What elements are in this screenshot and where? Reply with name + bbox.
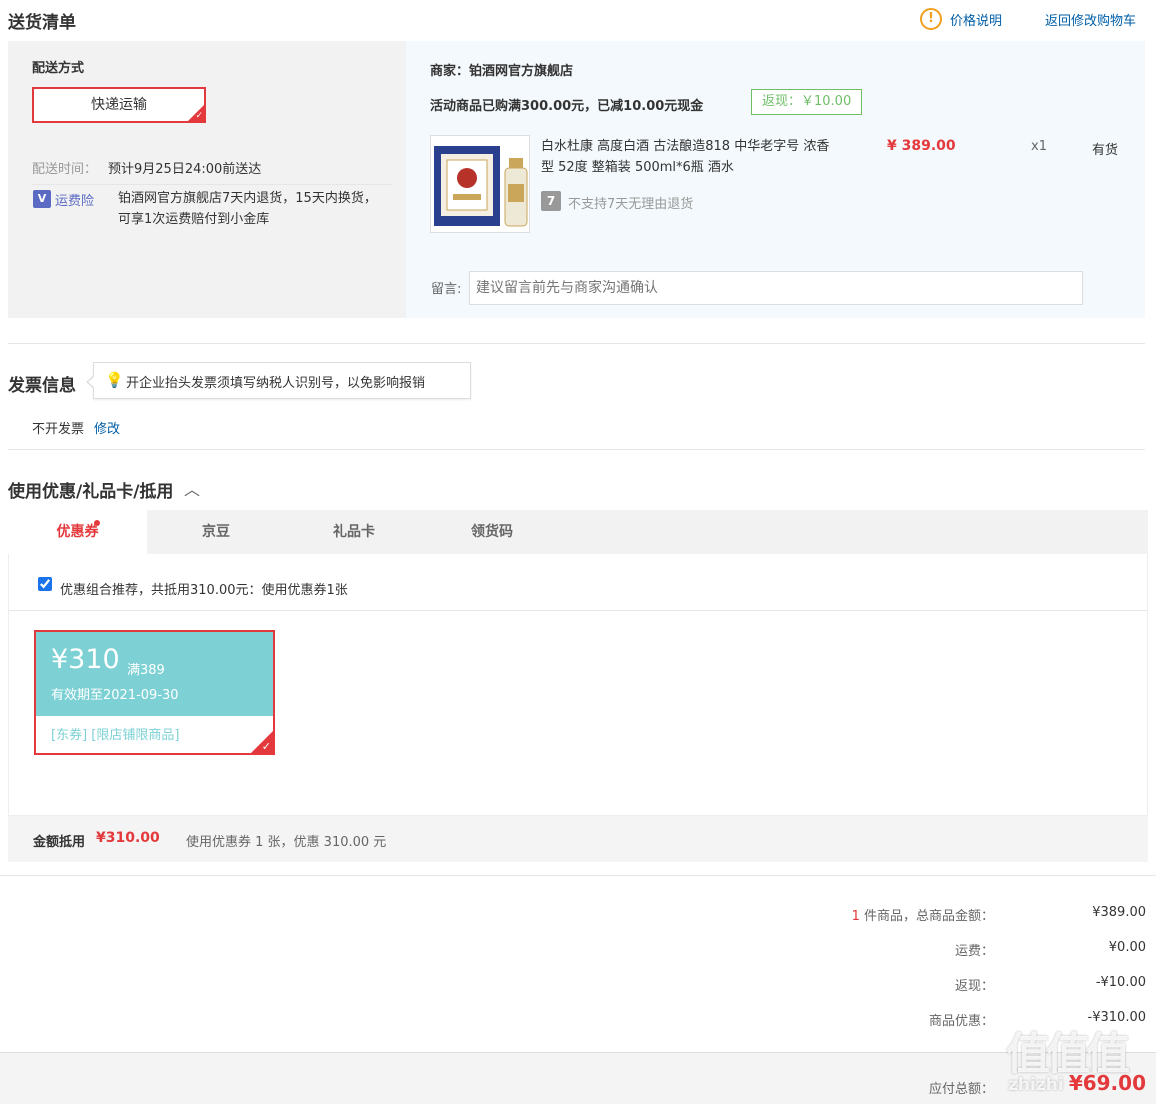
payable-label: 应付总额：: [928, 1082, 994, 1097]
divider: [8, 343, 1145, 344]
product-image[interactable]: [430, 135, 530, 233]
coupon-condition: 满389: [127, 663, 165, 678]
tab-redeem-code[interactable]: 领货码: [423, 510, 561, 554]
goods-count-label: 1 件商品，总商品金额：: [700, 905, 994, 924]
cashback-value: -¥10.00: [1095, 975, 1146, 990]
page-title: 送货清单: [8, 13, 76, 33]
tab-coupon-label: 优惠券: [56, 524, 99, 540]
goods-count: 1: [851, 909, 860, 924]
cashback-tag: 返现：￥10.00: [751, 89, 863, 115]
summary-label: 金额抵用: [33, 835, 86, 850]
promo-text: 活动商品已购满300.00元，已减10.00元现金: [430, 99, 704, 114]
delivery-time-value: 预计9月25日24:00前送达: [108, 162, 262, 177]
cashback-label: 返现：: [954, 979, 994, 994]
back-to-cart-link[interactable]: 返回修改购物车: [1045, 10, 1136, 29]
coupon-card[interactable]: ¥310 满389 有效期至2021-09-30 [东券] [限店铺限商品] ✓: [34, 630, 275, 755]
freight-value: ¥0.00: [1108, 940, 1146, 955]
shipping-method-label: 配送方式: [32, 61, 85, 76]
check-icon: ✓: [195, 111, 203, 121]
delivery-time-label: 配送时间：: [32, 162, 98, 177]
chevron-up-icon[interactable]: ︿: [184, 476, 200, 500]
coupon-expiry: 有效期至2021-09-30: [51, 688, 179, 703]
summary-amount: ¥310.00: [96, 830, 160, 846]
watermark-char: 值: [1006, 1029, 1050, 1080]
merchant-name: 铂酒网官方旗舰店: [469, 64, 574, 79]
price-info-link[interactable]: 价格说明: [950, 10, 1002, 29]
shipping-panel: [8, 41, 406, 318]
watermark-domain: zhizhi: [1008, 1075, 1064, 1095]
coupon-amount: ¥310: [51, 644, 120, 675]
freight-label: 运费：: [954, 944, 994, 959]
discount-section-title: 使用优惠/礼品卡/抵用: [8, 482, 174, 502]
divider: [0, 875, 1156, 876]
express-shipping-button[interactable]: 快递运输 ✓: [32, 87, 206, 123]
no-return-icon: 7: [541, 191, 561, 211]
discount-summary: 金额抵用 ¥310.00 使用优惠券 1 张，优惠 310.00 元: [8, 816, 1148, 862]
tab-gift-card[interactable]: 礼品卡: [285, 510, 423, 554]
product-price: ¥ 389.00: [887, 138, 956, 154]
info-icon: !: [920, 8, 942, 30]
coupon-tags: [东券] [限店铺限商品]: [51, 728, 180, 743]
invoice-tip-text: 开企业抬头发票须填写纳税人识别号，以免影响报销: [126, 376, 426, 391]
shield-icon: V: [33, 190, 51, 208]
product-quantity: x1: [1031, 139, 1047, 154]
watermark-logo: 值值值: [1006, 1018, 1130, 1082]
watermark-char: 值: [1046, 1029, 1090, 1080]
recommend-text: 优惠组合推荐，共抵用310.00元：使用优惠券1张: [60, 583, 348, 598]
memo-input[interactable]: [469, 271, 1083, 305]
goods-total-value: ¥389.00: [1092, 905, 1146, 920]
express-shipping-label: 快递运输: [91, 97, 147, 113]
divider: [9, 610, 1147, 611]
goods-total-label: 件商品，总商品金额：: [859, 909, 994, 924]
invoice-tip: 💡 开企业抬头发票须填写纳税人识别号，以免影响报销: [86, 362, 471, 399]
discount-tabs: 优惠券 京豆 礼品卡 领货码: [8, 510, 1148, 554]
lightbulb-icon: 💡: [105, 371, 124, 389]
payable-bar: 应付总额： ¥69.00: [0, 1052, 1156, 1104]
watermark-char: 值: [1086, 1029, 1130, 1080]
divider: [8, 449, 1145, 450]
merchant-label: 商家：: [430, 64, 470, 79]
summary-text: 使用优惠券 1 张，优惠 310.00 元: [186, 835, 387, 850]
invoice-title: 发票信息: [8, 376, 76, 396]
divider: [32, 184, 392, 185]
no-return-text: 不支持7天无理由退货: [568, 197, 694, 212]
new-dot-icon: [94, 520, 100, 526]
insurance-description: 铂酒网官方旗舰店7天内退货，15天内换货，可享1次运费赔付到小金库: [118, 191, 377, 227]
tab-coupon[interactable]: 优惠券: [8, 510, 147, 554]
freight-insurance-link[interactable]: 运费险: [55, 190, 94, 209]
product-name-link[interactable]: 白水杜康 高度白酒 古法酿造818 中华老字号 浓香型 52度 整箱装 500m…: [541, 136, 833, 178]
stock-status: 有货: [1092, 143, 1119, 158]
recommend-checkbox[interactable]: [38, 577, 52, 591]
invoice-edit-link[interactable]: 修改: [94, 418, 120, 437]
discount-label: 商品优惠：: [928, 1014, 994, 1029]
invoice-status: 不开发票: [32, 422, 85, 437]
coupon-header: ¥310 满389 有效期至2021-09-30: [36, 632, 273, 716]
memo-label: 留言:: [431, 282, 462, 297]
tab-jingdou[interactable]: 京豆: [147, 510, 285, 554]
check-icon: ✓: [261, 740, 271, 753]
